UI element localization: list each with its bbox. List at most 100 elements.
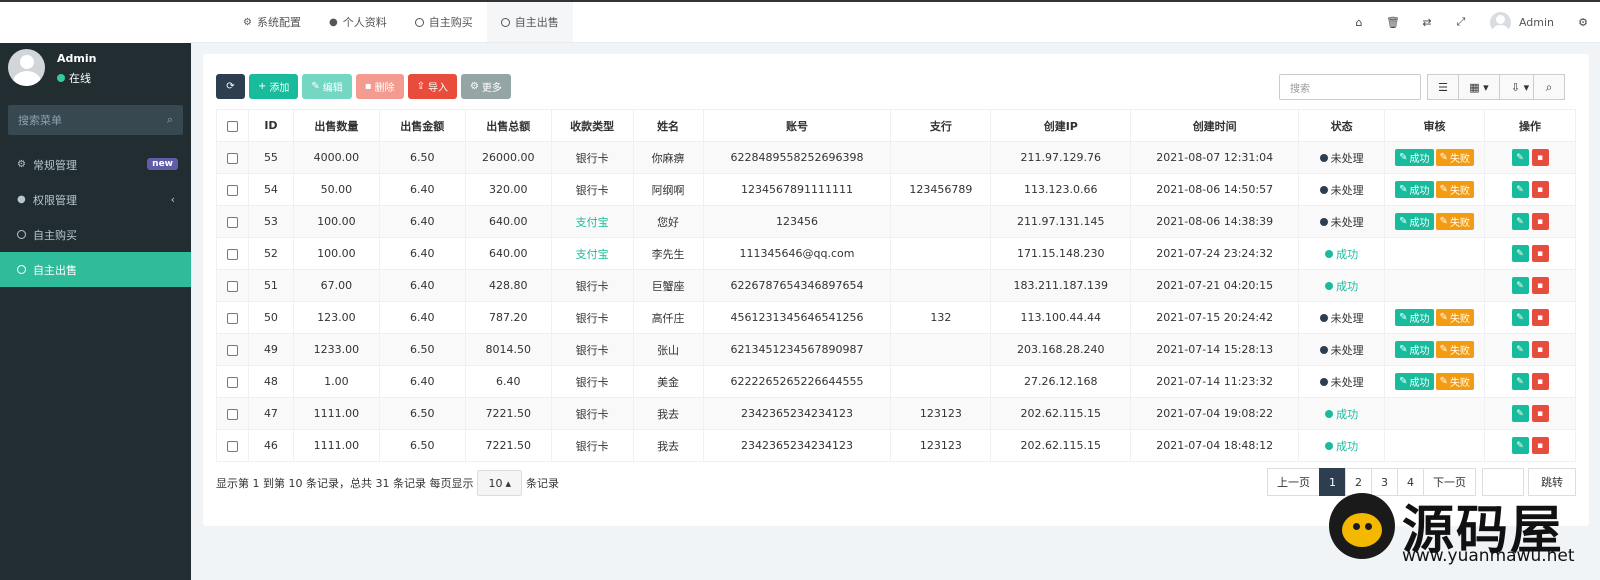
row-checkbox[interactable]	[216, 397, 249, 430]
reject-button[interactable]: ✎ 失败	[1435, 309, 1474, 326]
approve-button[interactable]: ✎ 成功	[1395, 213, 1434, 230]
refresh-button[interactable]: ⟳	[216, 74, 245, 99]
cell-id: 49	[247, 333, 294, 366]
per-page-select[interactable]: 10 ▴	[477, 470, 522, 496]
reject-button[interactable]: ✎ 失败	[1435, 341, 1474, 358]
col-total[interactable]: 出售总额	[464, 109, 552, 142]
sidebar: Admin 在线 搜索菜单 ⌕ ⚙ 常规管理 new ● 权限管理 ‹ 自主购买…	[0, 43, 191, 580]
row-checkbox[interactable]	[216, 429, 249, 462]
more-button[interactable]: ⚙ 更多	[460, 74, 511, 99]
cell-time: 2021-07-04 19:08:22	[1130, 397, 1300, 430]
row-checkbox[interactable]	[216, 237, 249, 270]
delete-row-button[interactable]: ▪	[1531, 437, 1549, 454]
approve-button[interactable]: ✎ 成功	[1395, 149, 1434, 166]
approve-button[interactable]: ✎ 成功	[1395, 341, 1434, 358]
cell-id: 54	[247, 173, 294, 206]
row-checkbox[interactable]	[216, 173, 249, 206]
col-account[interactable]: 账号	[702, 109, 892, 142]
row-checkbox[interactable]	[216, 333, 249, 366]
delete-row-button[interactable]: ▪	[1531, 405, 1549, 422]
tab-self-buy[interactable]: 自主购买	[401, 2, 487, 42]
row-checkbox[interactable]	[216, 269, 249, 302]
pencil-icon: ✎	[1516, 280, 1524, 291]
edit-row-button[interactable]: ✎	[1511, 277, 1529, 294]
edit-row-button[interactable]: ✎	[1511, 245, 1529, 262]
approve-button[interactable]: ✎ 成功	[1395, 181, 1434, 198]
row-checkbox[interactable]	[216, 301, 249, 334]
cell-time: 2021-07-14 15:28:13	[1130, 333, 1300, 366]
row-checkbox[interactable]	[216, 365, 249, 398]
add-button[interactable]: + 添加	[249, 74, 299, 99]
brand-area	[0, 0, 191, 43]
cell-qty: 4000.00	[292, 141, 380, 174]
prev-page-button[interactable]: 上一页	[1267, 468, 1320, 496]
tab-system-config[interactable]: ⚙ 系统配置	[229, 2, 315, 42]
col-name[interactable]: 姓名	[632, 109, 704, 142]
sidebar-item-self-buy[interactable]: 自主购买	[0, 217, 191, 252]
col-status[interactable]: 状态	[1298, 109, 1386, 142]
edit-icon: ✎	[1399, 216, 1408, 227]
col-type[interactable]: 收款类型	[550, 109, 634, 142]
col-id[interactable]: ID	[247, 109, 294, 142]
import-button[interactable]: ⇪ 导入	[407, 74, 457, 99]
trash-icon: ▪	[1536, 344, 1544, 355]
row-checkbox[interactable]	[216, 141, 249, 174]
col-branch[interactable]: 支行	[890, 109, 992, 142]
edit-row-button[interactable]: ✎	[1511, 341, 1529, 358]
row-checkbox[interactable]	[216, 205, 249, 238]
col-price[interactable]: 出售金额	[378, 109, 466, 142]
delete-row-button[interactable]: ▪	[1531, 277, 1549, 294]
edit-button[interactable]: ✎ 编辑	[302, 74, 352, 99]
cell-qty: 50.00	[292, 173, 380, 206]
sidebar-item-general[interactable]: ⚙ 常规管理 new	[0, 147, 191, 182]
sidebar-item-self-sell[interactable]: 自主出售	[0, 252, 191, 287]
reject-button[interactable]: ✎ 失败	[1435, 373, 1474, 390]
edit-row-button[interactable]: ✎	[1511, 437, 1529, 454]
delete-row-button[interactable]: ▪	[1531, 309, 1549, 326]
reject-button[interactable]: ✎ 失败	[1435, 181, 1474, 198]
cell-account: 123456	[702, 205, 892, 238]
trash-icon[interactable]: 🗑	[1376, 16, 1410, 29]
col-ip[interactable]: 创建IP	[990, 109, 1132, 142]
delete-row-button[interactable]: ▪	[1531, 213, 1549, 230]
cell-audit: ✎ 成功 ✎ 失败	[1384, 205, 1486, 238]
select-all-checkbox[interactable]	[216, 109, 249, 142]
edit-icon: ✎	[1439, 216, 1448, 227]
tab-profile[interactable]: ● 个人资料	[315, 2, 401, 42]
approve-button[interactable]: ✎ 成功	[1395, 373, 1434, 390]
reject-button[interactable]: ✎ 失败	[1435, 213, 1474, 230]
sidebar-item-permissions[interactable]: ● 权限管理 ‹	[0, 182, 191, 217]
trash-icon: ▪	[1536, 248, 1544, 259]
table-search-input[interactable]: 搜索	[1279, 74, 1421, 100]
delete-row-button[interactable]: ▪	[1531, 341, 1549, 358]
edit-row-button[interactable]: ✎	[1511, 309, 1529, 326]
delete-button[interactable]: ▪ 删除	[355, 74, 404, 99]
edit-row-button[interactable]: ✎	[1511, 149, 1529, 166]
delete-row-button[interactable]: ▪	[1531, 373, 1549, 390]
search-button[interactable]: ⌕	[1533, 74, 1565, 100]
toolbar: ⟳ + 添加 ✎ 编辑 ▪ 删除 ⇪ 导入 ⚙ 更多	[216, 74, 511, 99]
col-qty[interactable]: 出售数量	[292, 109, 380, 142]
delete-row-button[interactable]: ▪	[1531, 181, 1549, 198]
table-header-row: ID 出售数量 出售金额 出售总额 收款类型 姓名 账号 支行 创建IP 创建时…	[216, 109, 1576, 142]
delete-row-button[interactable]: ▪	[1531, 149, 1549, 166]
user-menu[interactable]: Admin	[1478, 11, 1566, 33]
col-time[interactable]: 创建时间	[1130, 109, 1300, 142]
tab-self-sell[interactable]: 自主出售	[486, 2, 573, 42]
edit-row-button[interactable]: ✎	[1511, 405, 1529, 422]
toggle-view-button[interactable]: ☰	[1427, 74, 1459, 100]
translate-icon[interactable]: ⇄	[1410, 16, 1444, 29]
home-icon[interactable]: ⌂	[1342, 16, 1376, 29]
reject-button[interactable]: ✎ 失败	[1435, 149, 1474, 166]
edit-row-button[interactable]: ✎	[1511, 373, 1529, 390]
fullscreen-icon[interactable]: ⤢	[1444, 15, 1478, 29]
edit-row-button[interactable]: ✎	[1511, 213, 1529, 230]
edit-row-button[interactable]: ✎	[1511, 181, 1529, 198]
columns-button[interactable]: ▦ ▾	[1458, 74, 1500, 100]
delete-row-button[interactable]: ▪	[1531, 245, 1549, 262]
gear-icon: ⚙	[243, 16, 252, 28]
menu-search-input[interactable]: 搜索菜单 ⌕	[8, 105, 183, 135]
approve-button[interactable]: ✎ 成功	[1395, 309, 1434, 326]
status-dot-icon	[1319, 377, 1328, 386]
cogs-icon[interactable]: ⚙	[1566, 16, 1600, 29]
